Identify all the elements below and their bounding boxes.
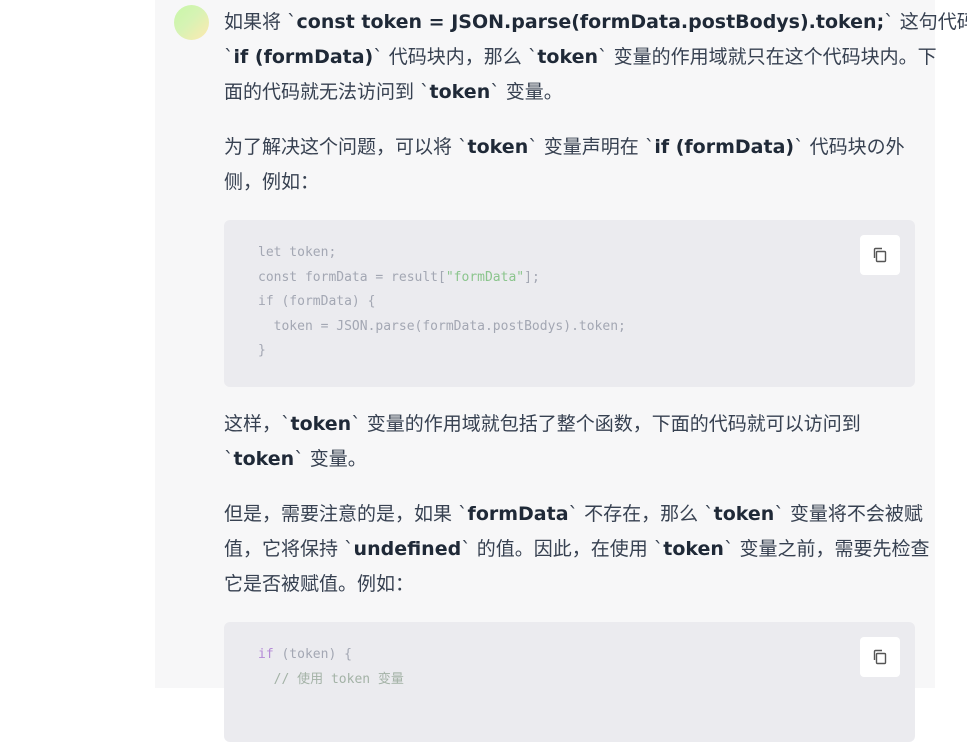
paragraph: 但是，需要注意的是，如果 `formData` 不存在，那么 `token` 变… <box>224 497 930 602</box>
copy-icon <box>873 247 887 263</box>
inline-code: if (formData) <box>654 136 795 158</box>
paragraph-line: `if (formData)` 代码块内，那么 `token` 变量的作用域就只… <box>224 46 937 68</box>
assistant-avatar <box>174 5 209 40</box>
code-string: "formData" <box>445 269 525 285</box>
paragraph-line: 面的代码就无法访问到 `token` 变量。 <box>224 81 563 103</box>
paragraph-line: 值，它将保持 `undefined` 的值。因此，在使用 `token` 变量之… <box>224 538 930 560</box>
inline-code: token <box>467 136 529 158</box>
code-block: let token; const formData = result["form… <box>224 220 915 387</box>
copy-code-button[interactable] <box>860 235 900 275</box>
inline-code: token <box>429 81 491 103</box>
paragraph-line: 但是，需要注意的是，如果 `formData` 不存在，那么 `token` 变… <box>224 503 923 525</box>
paragraph-line: 它是否被赋值。例如： <box>224 573 415 595</box>
paragraph-line: `token` 变量。 <box>224 448 367 470</box>
paragraph: 为了解决这个问题，可以将 `token` 变量声明在 `if (formData… <box>224 130 905 200</box>
paragraph-line: 这样，`token` 变量的作用域就包括了整个函数，下面的代码就可以访问到 <box>224 413 861 435</box>
paragraph-line: 为了解决这个问题，可以将 `token` 变量声明在 `if (formData… <box>224 136 905 158</box>
paragraph-line: 如果将 `const token = JSON.parse(formData.p… <box>224 11 967 33</box>
inline-code: token <box>290 413 352 435</box>
code-block: if (token) { // 使用 token 变量 <box>224 622 915 742</box>
inline-code: token <box>713 503 775 525</box>
code-text: let token; const formData = result["form… <box>258 245 626 358</box>
inline-code: if (formData) <box>233 46 374 68</box>
inline-code: undefined <box>353 538 462 560</box>
copy-code-button[interactable] <box>860 637 900 677</box>
inline-code: token <box>663 538 724 560</box>
code-keyword: if <box>258 647 274 662</box>
inline-code: token <box>537 46 599 68</box>
inline-code: token <box>233 448 295 470</box>
code-text: if (token) { // 使用 token 变量 <box>258 647 404 687</box>
inline-code: formData <box>467 503 569 525</box>
paragraph: 这样，`token` 变量的作用域就包括了整个函数，下面的代码就可以访问到 `to… <box>224 407 861 477</box>
copy-icon <box>873 649 887 665</box>
code-comment: // 使用 token 变量 <box>258 671 404 687</box>
inline-code: const token = JSON.parse(formData.postBo… <box>296 11 885 33</box>
paragraph-line: 侧，例如： <box>224 171 320 193</box>
paragraph: 如果将 `const token = JSON.parse(formData.p… <box>224 5 967 110</box>
